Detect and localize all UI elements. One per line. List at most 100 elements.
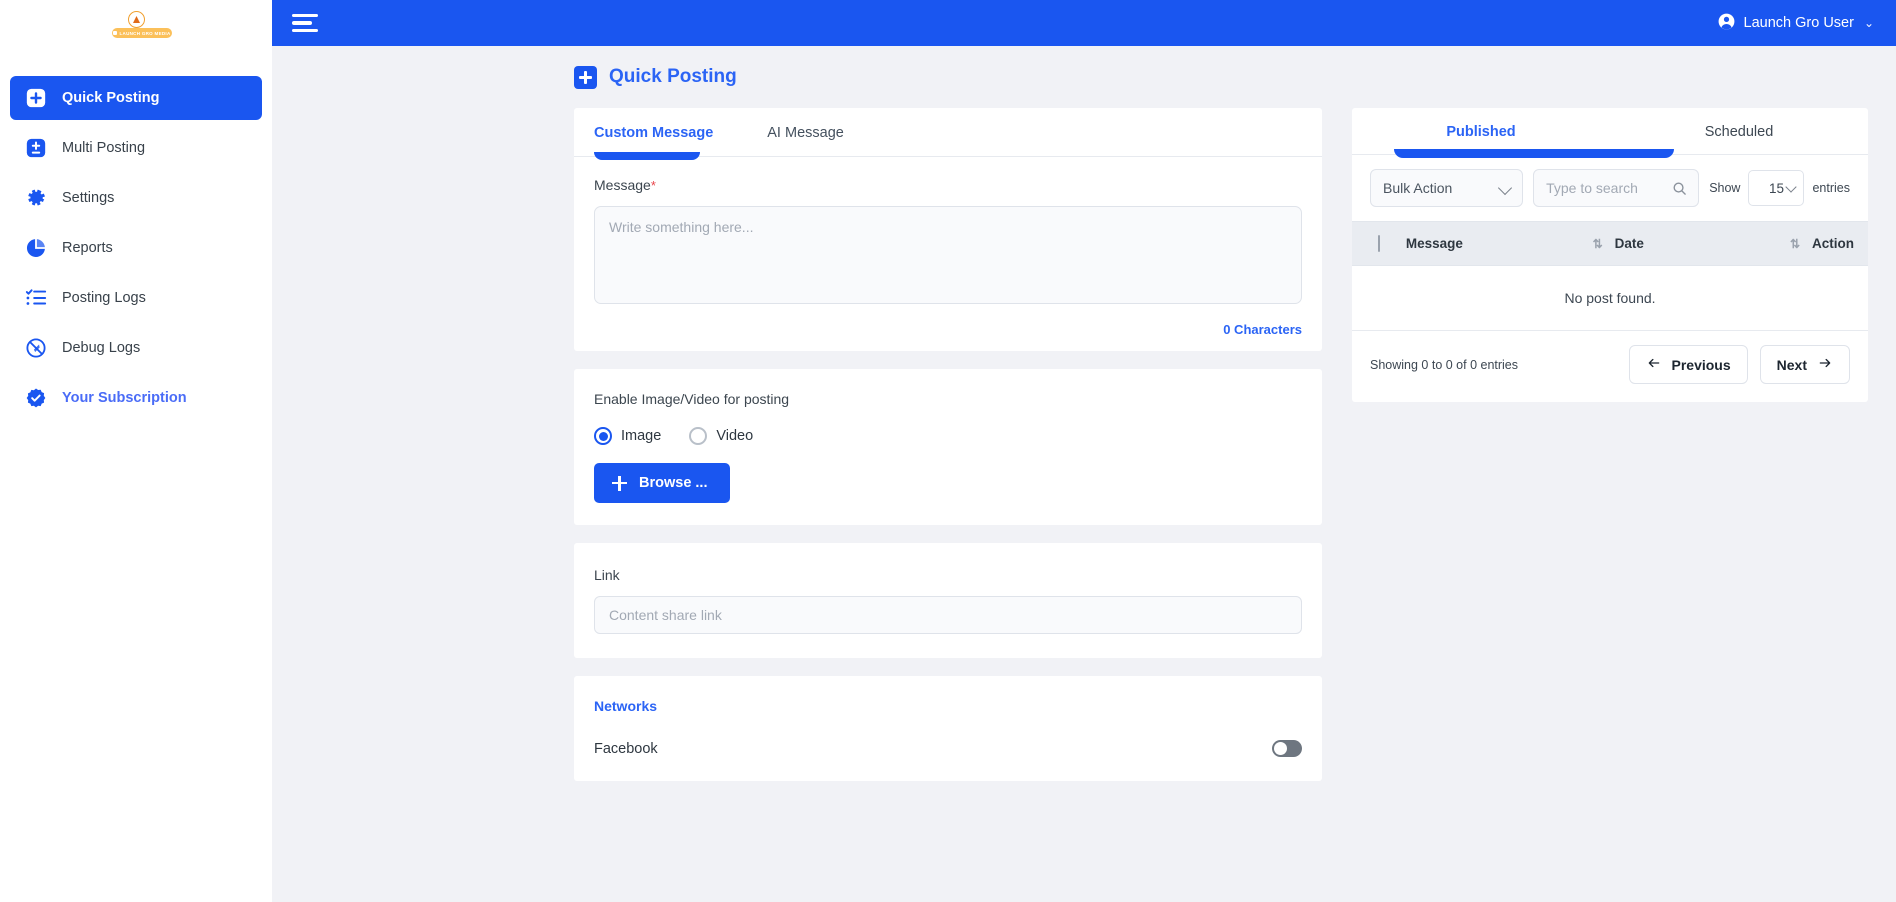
browse-button[interactable]: Browse ...	[594, 463, 730, 503]
previous-page-button[interactable]: Previous	[1628, 345, 1748, 384]
link-label: Link	[594, 567, 620, 583]
column-message[interactable]: Message ⇅	[1405, 221, 1615, 266]
message-input[interactable]	[594, 206, 1302, 304]
tab-custom-message[interactable]: Custom Message	[594, 108, 713, 156]
radio-video-circle	[689, 427, 708, 445]
browse-button-label: Browse ...	[639, 475, 708, 491]
top-navbar: Launch Gro User ⌄	[272, 0, 1896, 46]
tab-ai-message[interactable]: AI Message	[767, 108, 844, 156]
column-date[interactable]: Date ⇅	[1614, 221, 1812, 266]
active-tab-indicator	[594, 152, 700, 160]
sidebar-item-label: Multi Posting	[62, 140, 146, 156]
show-label: Show	[1709, 181, 1741, 195]
logo-mark-icon	[128, 11, 145, 28]
showing-entries-label: Showing 0 to 0 of 0 entries	[1370, 357, 1519, 372]
previous-label: Previous	[1671, 356, 1731, 373]
hamburger-icon[interactable]	[292, 10, 326, 36]
app-root: LAUNCH GRO MEDIA Quick Posting Multi Pos…	[0, 0, 1896, 902]
page-size-value: 15	[1768, 180, 1784, 196]
posts-table: Message ⇅ Date ⇅ Action No post found.	[1352, 221, 1868, 331]
radio-image-circle	[594, 427, 612, 445]
page-header: Quick Posting	[272, 46, 1896, 108]
media-type-radio-group: Image Video	[594, 427, 1302, 445]
sidebar-item-label: Settings	[62, 190, 115, 206]
plus-icon	[612, 475, 627, 491]
select-all-header	[1352, 221, 1406, 266]
sidebar-item-label: Debug Logs	[62, 340, 141, 356]
sort-icon: ⇅	[1789, 236, 1800, 251]
media-title: Enable Image/Video for posting	[594, 391, 790, 407]
pie-chart-icon	[24, 236, 48, 260]
network-row-facebook: Facebook	[594, 740, 1302, 757]
user-menu[interactable]: Launch Gro User ⌄	[1717, 12, 1874, 35]
network-label: Facebook	[594, 740, 658, 757]
link-input[interactable]	[594, 596, 1302, 634]
body-columns: Custom Message AI Message Message* 0 Cha…	[272, 108, 1896, 902]
table-footer: Showing 0 to 0 of 0 entries Previous Nex…	[1352, 331, 1868, 402]
user-name-label: Launch Gro User	[1743, 15, 1854, 31]
sidebar-item-settings[interactable]: Settings	[10, 176, 262, 220]
sidebar-item-multi-posting[interactable]: Multi Posting	[10, 126, 262, 170]
posts-tabs: Published Scheduled	[1352, 108, 1868, 158]
next-page-button[interactable]: Next	[1759, 345, 1850, 384]
search-icon	[1672, 181, 1687, 199]
compose-card: Custom Message AI Message Message* 0 Cha…	[574, 108, 1322, 351]
main-content: Launch Gro User ⌄ Quick Posting Custom M…	[272, 0, 1896, 902]
empty-state-text: No post found.	[1352, 265, 1868, 331]
radio-image-label: Image	[621, 428, 662, 444]
arrow-left-icon	[1646, 356, 1662, 373]
required-asterisk: *	[650, 178, 656, 193]
search-input-wrapper[interactable]: Type to search	[1533, 169, 1700, 207]
sidebar-item-debug-logs[interactable]: Debug Logs	[10, 326, 262, 370]
logo[interactable]: LAUNCH GRO MEDIA	[0, 0, 272, 56]
compose-tabs: Custom Message AI Message	[574, 108, 1322, 160]
chevron-down-icon: ⌄	[1863, 16, 1874, 30]
entries-control: Show 15 entries	[1709, 170, 1850, 206]
next-label: Next	[1776, 356, 1807, 373]
plus-square-icon	[574, 65, 597, 89]
verified-badge-icon	[24, 386, 48, 410]
sidebar-item-your-subscription[interactable]: Your Subscription	[10, 376, 262, 420]
sidebar-item-posting-logs[interactable]: Posting Logs	[10, 276, 262, 320]
page-size-select[interactable]: 15	[1748, 170, 1805, 206]
media-card: Enable Image/Video for posting Image Vid…	[574, 369, 1322, 525]
plus-square-icon	[24, 86, 48, 110]
posts-toolbar: Bulk Action Type to search Show 15 entri…	[1352, 155, 1868, 221]
sort-icon: ⇅	[1592, 236, 1603, 251]
plus-minus-icon	[24, 136, 48, 160]
networks-title: Networks	[594, 698, 658, 714]
radio-image[interactable]: Image	[594, 427, 661, 445]
sidebar-item-label: Your Subscription	[62, 390, 187, 406]
posts-column: Published Scheduled Bulk Action Type to …	[1352, 108, 1868, 420]
page-title: Quick Posting	[609, 66, 737, 87]
radio-video[interactable]: Video	[689, 427, 753, 445]
column-action: Action	[1812, 221, 1868, 266]
compose-column: Custom Message AI Message Message* 0 Cha…	[574, 108, 1322, 799]
search-placeholder: Type to search	[1546, 180, 1638, 196]
sidebar-item-quick-posting[interactable]: Quick Posting	[10, 76, 262, 120]
tab-scheduled[interactable]: Scheduled	[1610, 108, 1868, 154]
networks-card: Networks Facebook	[574, 676, 1322, 781]
gear-icon	[24, 186, 48, 210]
empty-state-row: No post found.	[1352, 265, 1868, 331]
checklist-icon	[24, 286, 48, 310]
tab-published[interactable]: Published	[1352, 108, 1610, 154]
bulk-action-select[interactable]: Bulk Action	[1370, 169, 1524, 207]
bulk-action-value: Bulk Action	[1383, 180, 1453, 196]
logo-wordmark: LAUNCH GRO MEDIA	[112, 28, 172, 38]
sidebar: LAUNCH GRO MEDIA Quick Posting Multi Pos…	[0, 0, 272, 902]
radio-video-label: Video	[716, 428, 754, 444]
message-label: Message*	[594, 177, 656, 193]
table-body: No post found.	[1352, 265, 1868, 331]
pagination: Previous Next	[1628, 345, 1850, 384]
chevron-down-icon	[1498, 180, 1513, 196]
sidebar-nav: Quick Posting Multi Posting Settings Rep…	[0, 56, 272, 420]
select-all-checkbox[interactable]	[1378, 235, 1380, 252]
active-tab-indicator	[1394, 149, 1674, 158]
no-entry-icon	[24, 336, 48, 360]
sidebar-item-reports[interactable]: Reports	[10, 226, 262, 270]
entries-label: entries	[1812, 181, 1850, 195]
facebook-toggle[interactable]	[1272, 740, 1302, 757]
sidebar-item-label: Posting Logs	[62, 290, 146, 306]
character-counter: 0 Characters	[1223, 322, 1302, 337]
